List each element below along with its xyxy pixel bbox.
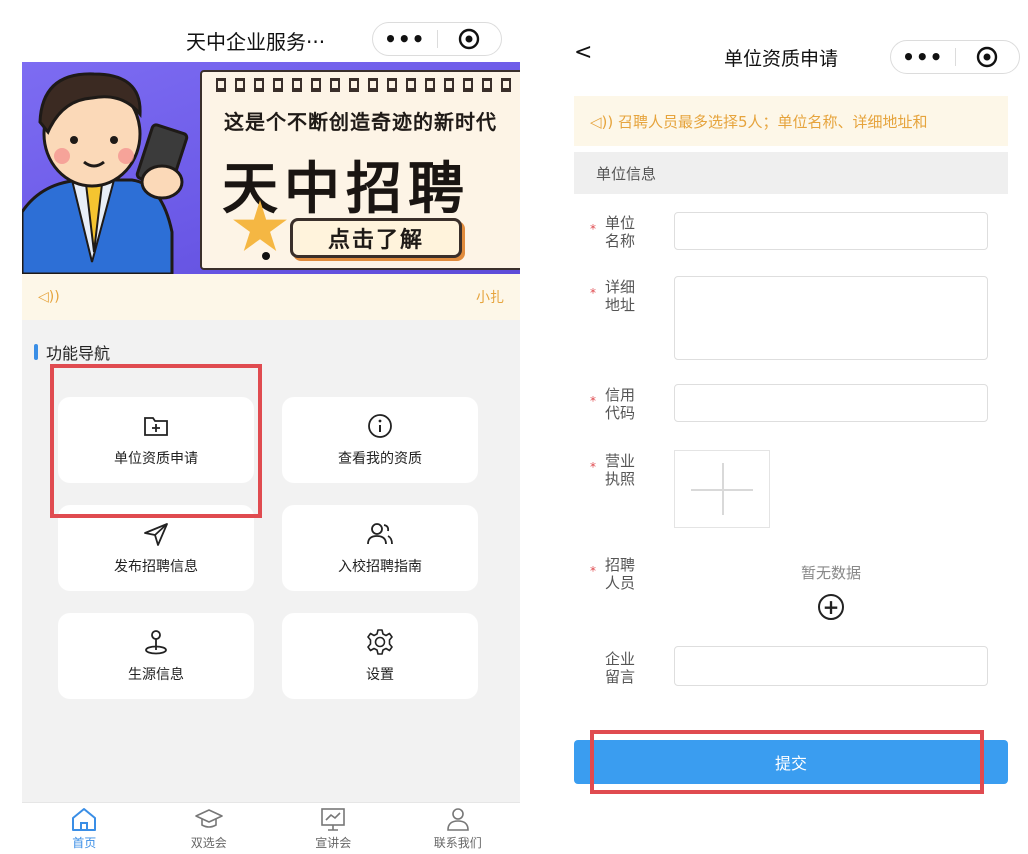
capsule-menu: •••	[372, 22, 502, 56]
notice-paper: 这是个不断创造奇迹的新时代 天中招聘 点击了解	[200, 70, 520, 270]
tab-job-fair[interactable]: 双选会	[147, 803, 272, 854]
banner-learn-more-button[interactable]: 点击了解	[290, 218, 462, 258]
card-view-qualification[interactable]: 查看我的资质	[282, 397, 478, 483]
tab-home[interactable]: 首页	[22, 803, 147, 854]
highlight-box	[590, 730, 984, 794]
address-textarea[interactable]	[674, 276, 988, 360]
tab-seminar[interactable]: 宣讲会	[271, 803, 396, 854]
capsule-menu: •••	[890, 40, 1020, 74]
more-dots-icon: •••	[384, 27, 426, 51]
info-circle-icon	[368, 414, 392, 438]
notice-text: 小扎	[476, 290, 504, 306]
add-staff-button[interactable]: +	[818, 594, 844, 620]
apply-screen: < 单位资质申请 ••• ◁)) 召聘人员最多选择5人；单位名称、详细地址和 单…	[556, 0, 1028, 854]
more-button[interactable]: •••	[373, 23, 437, 55]
license-upload-button[interactable]	[674, 450, 770, 528]
send-icon	[144, 523, 168, 546]
card-label: 查看我的资质	[338, 451, 422, 467]
home-screen: 天中企业服务··· ••• 这是个不断创造奇迹的新时代 天中招聘 点击了解 ◁)…	[0, 0, 520, 854]
page-title: 单位资质申请	[724, 48, 839, 70]
target-icon	[459, 28, 480, 50]
location-pin-icon	[145, 630, 167, 655]
field-label-staff: * 招聘 人员	[590, 556, 635, 592]
notice-bar: ◁)) 召聘人员最多选择5人；单位名称、详细地址和	[574, 96, 1008, 146]
card-label: 发布招聘信息	[114, 559, 198, 575]
more-dots-icon: •••	[902, 45, 944, 69]
section-title: 功能导航	[34, 340, 110, 364]
field-label-license: * 营业 执照	[590, 452, 635, 488]
home-icon	[72, 808, 97, 831]
company-name-input[interactable]	[674, 212, 988, 250]
card-label: 设置	[366, 667, 394, 683]
card-label: 入校招聘指南	[338, 559, 422, 575]
close-mini-program-button[interactable]	[438, 23, 502, 55]
tab-contact[interactable]: 联系我们	[396, 803, 521, 854]
nav-title: 天中企业服务···	[186, 30, 326, 54]
contact-icon	[446, 808, 469, 831]
card-student-source[interactable]: 生源信息	[58, 613, 254, 699]
graduation-cap-icon	[194, 809, 223, 828]
businessman-illustration	[22, 72, 189, 274]
card-settings[interactable]: 设置	[282, 613, 478, 699]
back-button[interactable]: <	[574, 40, 592, 65]
empty-state-text: 暂无数据	[801, 564, 862, 582]
plus-circle-icon: +	[822, 595, 840, 619]
group-header: 单位信息	[574, 152, 1008, 194]
presentation-icon	[321, 808, 346, 831]
card-campus-guide[interactable]: 入校招聘指南	[282, 505, 478, 591]
credit-code-input[interactable]	[674, 384, 988, 422]
field-label-message: 企业 留言	[604, 650, 635, 686]
more-button[interactable]: •••	[891, 41, 955, 73]
highlight-box	[50, 364, 262, 518]
tab-bar: 首页 双选会 宣讲会 联系我们	[22, 802, 520, 854]
message-input[interactable]	[674, 646, 988, 686]
close-mini-program-button[interactable]	[956, 41, 1020, 73]
field-label-address: * 详细 地址	[590, 278, 635, 314]
speaker-icon: ◁))	[38, 289, 60, 305]
users-icon	[367, 523, 393, 545]
gear-icon	[367, 629, 393, 655]
field-label-name: * 单位 名称	[590, 214, 635, 250]
carousel-dot-active[interactable]	[262, 252, 270, 260]
target-icon	[977, 46, 998, 68]
notice-bar: ◁)) 小扎	[22, 274, 520, 320]
promo-banner[interactable]: 这是个不断创造奇迹的新时代 天中招聘 点击了解	[22, 62, 520, 274]
field-label-credit: * 信用 代码	[590, 386, 635, 422]
banner-subtitle: 这是个不断创造奇迹的新时代	[224, 110, 497, 134]
card-label: 生源信息	[128, 667, 184, 683]
